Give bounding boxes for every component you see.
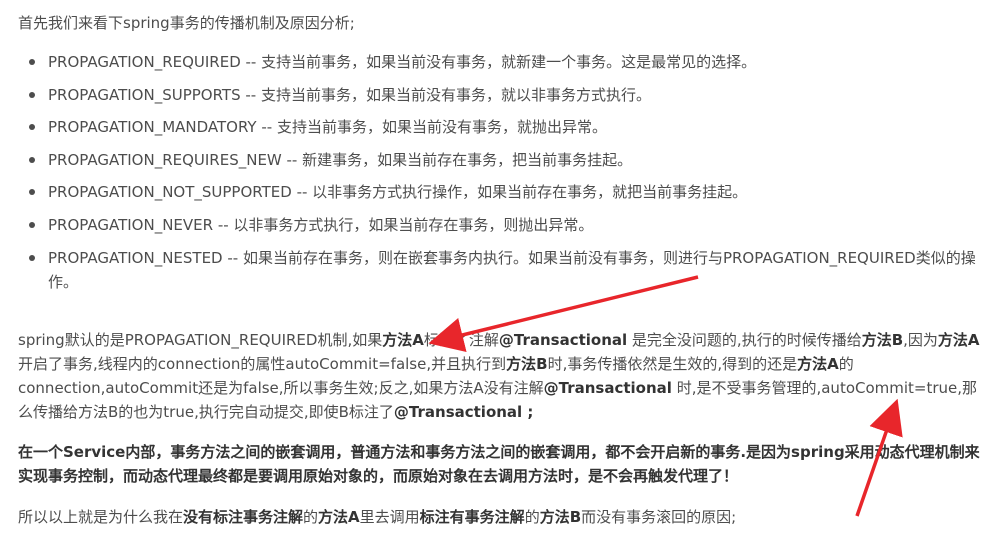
summary-paragraph: 所以以上就是为什么我在没有标注事务注解的方法A里去调用标注有事务注解的方法B而没… <box>18 505 980 529</box>
bold-phrase: 没有标注事务注解 <box>183 508 304 526</box>
bold-annotation: @Transactional <box>498 331 628 349</box>
text-span: 时,事务传播依然是生效的,得到的还是 <box>547 355 798 373</box>
text-span: 的 <box>303 508 319 526</box>
conclusion-paragraph: 在一个Service内部，事务方法之间的嵌套调用，普通方法和事务方法之间的嵌套调… <box>18 443 980 485</box>
text-span: 所以以上就是为什么我在 <box>18 508 184 526</box>
bold-annotation: @Transactional <box>543 379 672 397</box>
list-item-never: PROPAGATION_NEVER -- 以非事务方式执行，如果当前存在事务，则… <box>18 213 980 237</box>
text-span: 的 <box>524 508 540 526</box>
bold-method-b: 方法B <box>539 508 582 526</box>
text-span: 标注了注解 <box>423 331 499 349</box>
bold-method-b: 方法B <box>861 331 904 349</box>
list-item-supports: PROPAGATION_SUPPORTS -- 支持当前事务，如果当前没有事务，… <box>18 83 980 107</box>
intro-text: 首先我们来看下spring事务的传播机制及原因分析; <box>18 14 355 32</box>
list-item-not-supported: PROPAGATION_NOT_SUPPORTED -- 以非事务方式执行操作，… <box>18 180 980 204</box>
article-content: 首先我们来看下spring事务的传播机制及原因分析; PROPAGATION_R… <box>18 10 980 526</box>
text-span: spring默认的是PROPAGATION_REQUIRED机制,如果 <box>18 331 383 349</box>
text-span: ,因为 <box>903 331 938 349</box>
bold-method-a: 方法A <box>318 508 360 526</box>
list-item-nested: PROPAGATION_NESTED -- 如果当前存在事务，则在嵌套事务内执行… <box>18 246 980 294</box>
list-item-requires-new: PROPAGATION_REQUIRES_NEW -- 新建事务，如果当前存在事… <box>18 148 980 172</box>
bold-annotation: @Transactional ; <box>393 403 534 421</box>
explanation-paragraph: spring默认的是PROPAGATION_REQUIRED机制,如果方法A标注… <box>18 328 980 424</box>
text-span: 是完全没问题的,执行的时候传播给 <box>627 331 862 349</box>
list-item-required: PROPAGATION_REQUIRED -- 支持当前事务，如果当前没有事务，… <box>18 50 980 74</box>
bold-method-a: 方法A <box>937 331 980 349</box>
bold-method-a: 方法A <box>382 331 424 349</box>
list-item-mandatory: PROPAGATION_MANDATORY -- 支持当前事务，如果当前没有事务… <box>18 115 980 139</box>
bold-phrase: 标注有事务注解 <box>419 508 525 526</box>
text-span: 而没有事务滚回的原因; <box>581 508 737 526</box>
text-span: 开启了事务,线程内的connection的属性autoCommit=false,… <box>18 355 507 373</box>
text-span: 里去调用 <box>359 508 420 526</box>
propagation-list: PROPAGATION_REQUIRED -- 支持当前事务，如果当前没有事务，… <box>18 50 980 294</box>
bold-method-a: 方法A <box>797 355 839 373</box>
bold-method-b: 方法B <box>506 355 548 373</box>
